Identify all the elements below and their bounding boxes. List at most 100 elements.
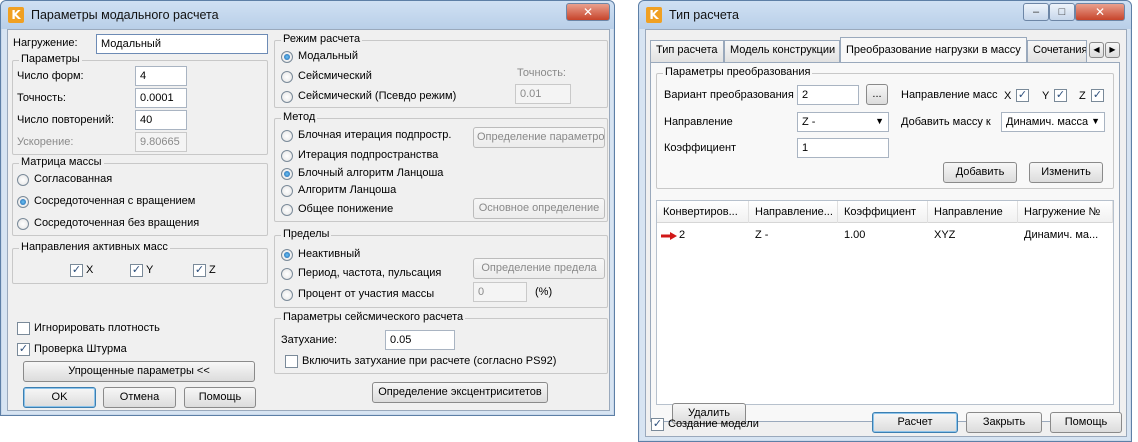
maximize-icon[interactable]: □ <box>1049 3 1075 21</box>
limits-period-radio[interactable] <box>281 268 293 280</box>
damping-checkbox[interactable] <box>285 355 298 368</box>
help-button[interactable]: Помощь <box>1050 412 1122 433</box>
mass-dir-label: Направление масс <box>901 89 998 101</box>
close-icon[interactable]: ✕ <box>1075 3 1125 21</box>
close-icon[interactable]: ✕ <box>566 3 610 21</box>
seismic-group: Параметры сейсмического расчета Затухани… <box>274 311 608 374</box>
ignore-density-checkbox[interactable] <box>17 322 30 335</box>
col-header-converted[interactable]: Конвертиров... <box>657 201 749 223</box>
mode-precision-label: Точность: <box>517 67 566 79</box>
tab-page: Параметры преобразования Вариант преобра… <box>650 62 1120 424</box>
limit-percent-unit: (%) <box>535 286 553 298</box>
chevron-down-icon: ▼ <box>875 116 884 126</box>
limit-percent-input: 0 <box>473 282 527 302</box>
precision-input[interactable]: 0.0001 <box>135 88 187 108</box>
dir-y-checkbox[interactable]: ✓ <box>130 264 143 277</box>
window-title: Тип расчета <box>669 8 739 22</box>
method-reduction-label: Общее понижение <box>298 203 394 215</box>
eccentricity-button[interactable]: Определение эксцентриситетов <box>372 382 548 403</box>
mode-seismic-radio[interactable] <box>281 71 293 83</box>
close-button[interactable]: Закрыть <box>966 412 1042 433</box>
mode-precision-input: 0.01 <box>515 84 571 104</box>
variant-input[interactable]: 2 <box>797 85 859 105</box>
add-mass-label: Добавить массу к <box>901 116 991 128</box>
method-params-button[interactable]: Определение параметров <box>473 127 605 148</box>
method-base-button[interactable]: Основное определение <box>473 198 605 219</box>
load-input[interactable]: Модальный <box>96 34 268 54</box>
tab-scroll-right-icon[interactable]: ▶ <box>1105 42 1120 58</box>
dialog-body: Тип расчета Модель конструкции Преобразо… <box>645 29 1127 437</box>
add-mass-select[interactable]: Динамич. масса ▼ <box>1001 112 1105 132</box>
dir-z-checkbox[interactable]: ✓ <box>193 264 206 277</box>
create-model-label: Создание модели <box>668 418 759 430</box>
conversion-params-group: Параметры преобразования Вариант преобра… <box>656 66 1114 189</box>
mass-dir-y-label: Y <box>1042 90 1050 102</box>
mode-modal-radio[interactable] <box>281 51 293 63</box>
limits-inactive-label: Неактивный <box>298 248 361 260</box>
load-label: Нагружение: <box>13 37 78 49</box>
method-block-lanczos-radio[interactable] <box>281 168 293 180</box>
method-reduction-radio[interactable] <box>281 204 293 216</box>
simplified-params-button[interactable]: Упрощенные параметры << <box>23 361 255 382</box>
mass-lumped-norot-label: Сосредоточенная без вращения <box>34 217 200 229</box>
tab-structure-model[interactable]: Модель конструкции <box>724 40 840 62</box>
ignore-density-label: Игнорировать плотность <box>34 322 160 334</box>
method-block-subspace-radio[interactable] <box>281 130 293 142</box>
conversion-params-title: Параметры преобразования <box>663 66 813 78</box>
params-group: Параметры Число форм: 4 Точность: 0.0001… <box>12 53 268 155</box>
limits-percent-radio[interactable] <box>281 289 293 301</box>
repeats-input[interactable]: 40 <box>135 110 187 130</box>
mass-dir-x-checkbox[interactable]: ✓ <box>1016 89 1029 102</box>
coef-input[interactable]: 1 <box>797 138 889 158</box>
edit-button[interactable]: Изменить <box>1029 162 1103 183</box>
help-button[interactable]: Помощь <box>184 387 256 408</box>
mass-consistent-radio[interactable] <box>17 174 29 186</box>
direction-select[interactable]: Z - ▼ <box>797 112 889 132</box>
create-model-checkbox[interactable]: ✓ <box>651 418 664 431</box>
mass-lumped-norot-radio[interactable] <box>17 218 29 230</box>
col-header-direction-2[interactable]: Направление <box>928 201 1018 223</box>
tab-combinations[interactable]: Сочетания <box>1027 40 1087 62</box>
sturm-checkbox[interactable]: ✓ <box>17 343 30 356</box>
window-title: Параметры модального расчета <box>31 8 219 22</box>
cell-direction-2: XYZ <box>934 229 956 241</box>
tab-analysis-type[interactable]: Тип расчета <box>650 40 724 62</box>
cell-coefficient: 1.00 <box>844 229 866 241</box>
mode-modal-label: Модальный <box>298 50 358 62</box>
damping-label: Затухание: <box>281 334 338 346</box>
damping-input[interactable]: 0.05 <box>385 330 455 350</box>
mass-dir-z-checkbox[interactable]: ✓ <box>1091 89 1104 102</box>
method-title: Метод <box>281 111 318 123</box>
active-dirs-title: Направления активных масс <box>19 241 170 253</box>
add-button[interactable]: Добавить <box>943 162 1017 183</box>
limits-title: Пределы <box>281 228 332 240</box>
conversion-table: Конвертиров... Направление... Коэффициен… <box>656 200 1114 405</box>
method-lanczos-radio[interactable] <box>281 185 293 197</box>
forms-input[interactable]: 4 <box>135 66 187 86</box>
direction-label: Направление <box>664 116 733 128</box>
col-header-direction-1[interactable]: Направление... <box>749 201 838 223</box>
tab-load-to-mass[interactable]: Преобразование нагрузки в массу <box>840 37 1027 63</box>
variant-browse-button[interactable]: ... <box>866 84 888 105</box>
mass-lumped-rot-radio[interactable] <box>17 196 29 208</box>
mode-pseudo-radio[interactable] <box>281 91 293 103</box>
calc-button[interactable]: Расчет <box>872 412 958 433</box>
cancel-button[interactable]: Отмена <box>103 387 176 408</box>
col-header-coefficient[interactable]: Коэффициент <box>838 201 928 223</box>
ok-button[interactable]: OK <box>23 387 96 408</box>
limits-period-label: Период, частота, пульсация <box>298 267 442 279</box>
method-subspace-radio[interactable] <box>281 150 293 162</box>
col-header-load[interactable]: Нагружение № <box>1018 201 1113 223</box>
minimize-icon[interactable]: – <box>1023 3 1049 21</box>
params-group-title: Параметры <box>19 53 82 65</box>
add-mass-select-value: Динамич. масса <box>1006 116 1089 128</box>
dir-x-checkbox[interactable]: ✓ <box>70 264 83 277</box>
repeats-label: Число повторений: <box>17 114 115 126</box>
limit-define-button[interactable]: Определение предела <box>473 258 605 279</box>
tab-scroll-left-icon[interactable]: ◀ <box>1089 42 1104 58</box>
method-block-subspace-label: Блочная итерация подпростр. <box>298 129 452 141</box>
dir-x-label: X <box>86 264 94 276</box>
table-row[interactable]: 2 Z - 1.00 XYZ Динамич. ма... <box>657 225 1113 245</box>
mass-dir-y-checkbox[interactable]: ✓ <box>1054 89 1067 102</box>
limits-inactive-radio[interactable] <box>281 249 293 261</box>
